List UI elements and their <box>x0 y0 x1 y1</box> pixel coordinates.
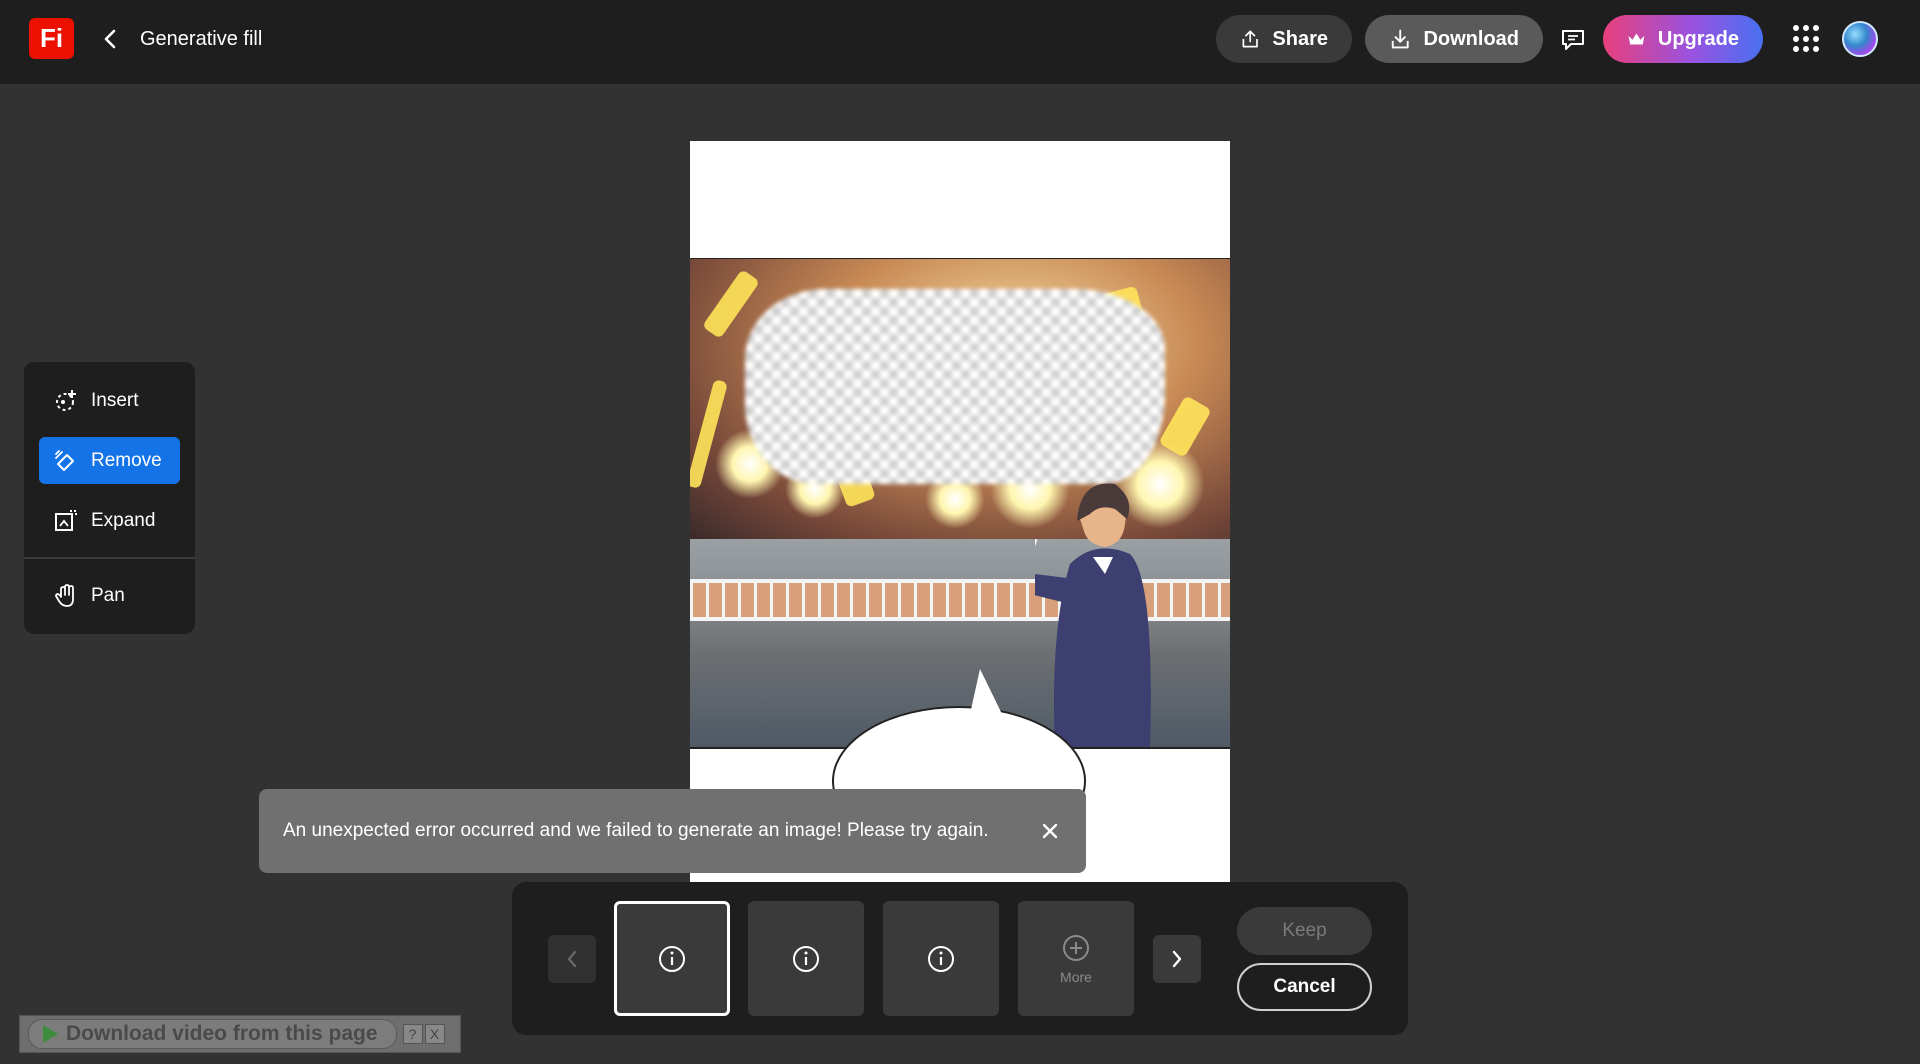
apps-grid-button[interactable] <box>1793 25 1821 53</box>
variations-panel: More Keep Cancel <box>512 882 1408 1035</box>
tool-label: Expand <box>91 509 156 531</box>
upgrade-button[interactable]: Upgrade <box>1603 15 1763 63</box>
more-label: More <box>1060 968 1092 985</box>
download-video-button[interactable]: Download video from this page <box>28 1019 397 1049</box>
extension-help-button[interactable]: ? <box>402 1024 423 1044</box>
more-variations-button[interactable]: More <box>1018 901 1134 1016</box>
tool-expand[interactable]: Expand <box>39 497 180 544</box>
tools-divider <box>24 557 195 559</box>
tool-remove[interactable]: Remove <box>39 437 180 484</box>
plus-circle-icon <box>1063 934 1089 961</box>
user-avatar[interactable] <box>1842 21 1878 57</box>
variation-thumbnail-3[interactable] <box>883 901 999 1016</box>
tools-panel: Insert Remove Expand Pan <box>24 362 195 634</box>
download-video-label: Download video from this page <box>66 1022 378 1045</box>
tool-label: Insert <box>91 389 139 411</box>
tool-pan[interactable]: Pan <box>39 572 180 619</box>
grid-dot <box>1793 25 1799 31</box>
cancel-button[interactable]: Cancel <box>1237 963 1372 1011</box>
grid-dot <box>1813 46 1819 53</box>
feedback-button[interactable] <box>1558 25 1588 55</box>
speech-bubble-tail <box>970 669 1002 714</box>
info-icon <box>659 945 685 972</box>
download-icon <box>1391 29 1409 49</box>
expand-icon <box>55 509 77 531</box>
info-icon <box>793 945 819 972</box>
grid-dot <box>1803 46 1809 53</box>
remove-icon <box>55 449 74 471</box>
comic-panel-scene <box>690 259 1230 749</box>
next-variations-button[interactable] <box>1153 935 1201 983</box>
crown-icon <box>1628 33 1645 45</box>
canvas-image[interactable] <box>690 141 1230 882</box>
variation-thumbnail-2[interactable] <box>748 901 864 1016</box>
chevron-left-icon <box>567 950 577 968</box>
tool-insert[interactable]: Insert <box>39 377 180 424</box>
play-icon <box>43 1025 58 1043</box>
firefly-logo[interactable]: Fi <box>29 18 74 59</box>
download-label: Download <box>1423 27 1519 50</box>
previous-variations-button[interactable] <box>548 935 596 983</box>
variation-thumbnail-1[interactable] <box>614 901 730 1016</box>
tool-label: Pan <box>91 584 125 606</box>
error-toast: An unexpected error occurred and we fail… <box>259 789 1086 873</box>
grid-dot <box>1813 25 1819 31</box>
grid-dot <box>1813 35 1819 42</box>
chevron-right-icon <box>1172 950 1182 968</box>
share-icon <box>1242 30 1258 48</box>
insert-icon <box>56 389 76 411</box>
info-icon <box>928 945 954 972</box>
presenter-figure <box>1035 483 1151 749</box>
grid-dot <box>1793 35 1799 42</box>
top-bar: Fi Generative fill Share Download Upgrad… <box>0 0 1920 84</box>
keep-button[interactable]: Keep <box>1237 907 1372 955</box>
close-icon <box>1042 823 1058 839</box>
download-button[interactable]: Download <box>1365 15 1543 63</box>
grid-dot <box>1793 46 1799 53</box>
back-button[interactable] <box>98 26 122 52</box>
share-button[interactable]: Share <box>1216 15 1352 63</box>
comment-icon <box>1562 30 1584 50</box>
video-downloader-extension-bar: Download video from this page ? X <box>19 1015 461 1053</box>
error-message: An unexpected error occurred and we fail… <box>283 820 989 841</box>
share-label: Share <box>1272 27 1328 50</box>
grid-dot <box>1803 25 1809 31</box>
tool-label: Remove <box>91 449 162 471</box>
page-title: Generative fill <box>140 28 263 50</box>
removed-area-transparency <box>745 289 1165 484</box>
extension-close-button[interactable]: X <box>424 1024 445 1044</box>
upgrade-label: Upgrade <box>1657 27 1739 50</box>
toast-close-button[interactable] <box>1038 819 1062 843</box>
hand-icon <box>55 583 74 607</box>
chevron-left-icon <box>104 29 116 49</box>
grid-dot <box>1803 35 1809 42</box>
